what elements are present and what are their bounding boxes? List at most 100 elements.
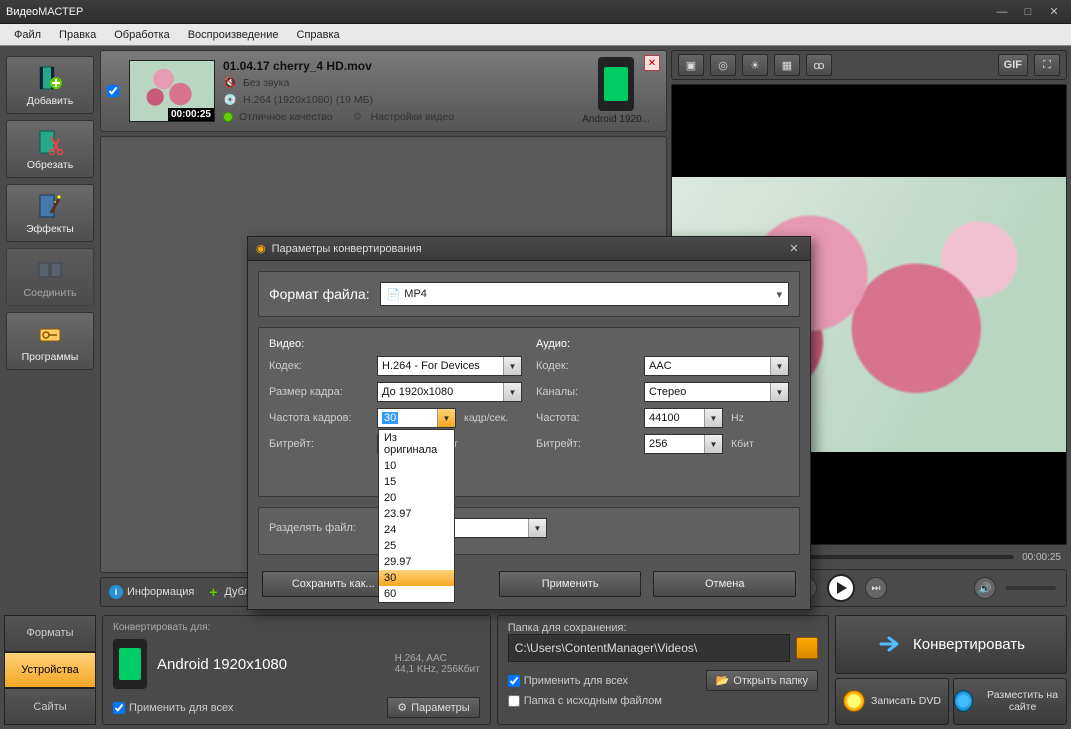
volume-slider[interactable] xyxy=(1006,586,1056,590)
output-path[interactable]: C:\Users\ContentManager\Videos\ xyxy=(508,634,790,662)
output-device-preview: Android 1920... xyxy=(582,57,650,125)
fps-option[interactable]: 25 xyxy=(379,538,454,554)
gif-button[interactable]: GIF xyxy=(998,54,1028,76)
params-button[interactable]: ⚙Параметры xyxy=(387,697,480,718)
android-device-icon xyxy=(113,639,147,689)
menu-help[interactable]: Справка xyxy=(289,27,348,43)
app-small-icon: ◉ xyxy=(256,242,266,255)
afreq-select[interactable]: 44100▼ xyxy=(644,408,723,428)
file-thumbnail[interactable]: 00:00:25 xyxy=(129,60,215,122)
file-item[interactable]: 00:00:25 01.04.17 cherry_4 HD.mov 🔇 Без з… xyxy=(100,50,667,132)
film-fx-icon xyxy=(36,192,64,220)
output-tabs: Форматы Устройства Сайты xyxy=(4,615,96,725)
fps-option[interactable]: Из оригинала xyxy=(379,430,454,458)
menu-playback[interactable]: Воспроизведение xyxy=(180,27,287,43)
browse-folder-button[interactable] xyxy=(796,637,818,659)
device-label: Android 1920... xyxy=(582,114,650,125)
fps-option[interactable]: 60 xyxy=(379,586,454,602)
android-device-icon xyxy=(598,57,634,111)
video-column: Видео: Кодек:H.264 - For Devices▼ Размер… xyxy=(269,338,522,486)
acodec-select[interactable]: AAC▼ xyxy=(644,356,789,376)
save-folder-panel: Папка для сохранения: C:\Users\ContentMa… xyxy=(497,615,829,725)
video-heading: Видео: xyxy=(269,338,522,350)
menu-edit[interactable]: Правка xyxy=(51,27,104,43)
fps-option[interactable]: 29.97 xyxy=(379,554,454,570)
vsize-select[interactable]: До 1920x1080▼ xyxy=(377,382,522,402)
maximize-button[interactable]: □ xyxy=(1017,5,1039,19)
remove-file-button[interactable]: ✕ xyxy=(644,55,660,71)
apply-button[interactable]: Применить xyxy=(499,571,642,597)
dialog-titlebar[interactable]: ◉ Параметры конвертирования ✕ xyxy=(248,237,810,261)
fps-option[interactable]: 24 xyxy=(379,522,454,538)
action-column: Конвертировать Записать DVD Разместить н… xyxy=(835,615,1067,725)
arrow-right-icon xyxy=(877,631,903,657)
frame-icon[interactable]: ▦ xyxy=(774,54,800,76)
convert-button[interactable]: Конвертировать xyxy=(835,615,1067,674)
crop-icon[interactable]: ▣ xyxy=(678,54,704,76)
dialog-buttons: Сохранить как... Применить Отмена xyxy=(248,565,810,609)
tab-devices[interactable]: Устройства xyxy=(4,652,96,689)
burn-dvd-button[interactable]: Записать DVD xyxy=(835,678,949,725)
menu-process[interactable]: Обработка xyxy=(106,27,177,43)
vcodec-select[interactable]: H.264 - For Devices▼ xyxy=(377,356,522,376)
cancel-button[interactable]: Отмена xyxy=(653,571,796,597)
save-folder-title: Папка для сохранения: xyxy=(508,622,818,634)
abit-select[interactable]: 256▼ xyxy=(644,434,723,454)
minimize-button[interactable]: — xyxy=(991,5,1013,19)
main-area: Добавить Обрезать Эффекты Соединить Прог… xyxy=(0,46,1071,729)
apply-all-checkbox[interactable]: Применить для всех xyxy=(113,702,233,714)
fps-option[interactable]: 10 xyxy=(379,458,454,474)
convert-for-panel: Конвертировать для: Android 1920x1080 H.… xyxy=(102,615,491,725)
file-info: 01.04.17 cherry_4 HD.mov 🔇Без звука 💿H.2… xyxy=(223,59,574,124)
brightness-icon[interactable]: ☀ xyxy=(742,54,768,76)
key-icon xyxy=(36,320,64,348)
file-checkbox[interactable] xyxy=(107,85,119,97)
vfps-select[interactable]: 30▼ Из оригинала10152023.97242529.973060 xyxy=(377,408,456,428)
app-title-1: Видео xyxy=(6,6,38,18)
volume-icon[interactable]: 🔊 xyxy=(974,577,996,599)
open-folder-button[interactable]: 📂Открыть папку xyxy=(706,670,818,691)
av-params-section: Видео: Кодек:H.264 - For Devices▼ Размер… xyxy=(258,327,800,497)
tool-add[interactable]: Добавить xyxy=(6,56,94,114)
fps-option[interactable]: 23.97 xyxy=(379,506,454,522)
dialog-close-button[interactable]: ✕ xyxy=(786,241,802,257)
file-format-select[interactable]: 📄 MP4 ▾ xyxy=(380,282,789,306)
vid-settings-link[interactable]: Настройки видео xyxy=(371,111,455,123)
convert-params-dialog: ◉ Параметры конвертирования ✕ Формат фай… xyxy=(247,236,811,610)
time-total: 00:00:25 xyxy=(1022,552,1061,563)
publish-button[interactable]: Разместить на сайте xyxy=(953,678,1067,725)
fullscreen-icon[interactable]: ⛶ xyxy=(1034,54,1060,76)
app-title-2: МАСТЕР xyxy=(38,6,83,18)
ach-select[interactable]: Стерео▼ xyxy=(644,382,789,402)
gear-icon[interactable]: ⚙ xyxy=(351,110,365,124)
file-name: 01.04.17 cherry_4 HD.mov xyxy=(223,59,574,73)
tool-programs[interactable]: Программы xyxy=(6,312,94,370)
info-button[interactable]: iИнформация xyxy=(109,585,194,599)
menu-file[interactable]: Файл xyxy=(6,27,49,43)
speaker-mute-icon: 🔇 xyxy=(223,76,237,90)
tool-join[interactable]: Соединить xyxy=(6,248,94,306)
no-audio-text: Без звука xyxy=(243,77,289,89)
disc-small-icon: 💿 xyxy=(223,93,237,107)
profile-meta2: 44,1 KHz, 256Кбит xyxy=(395,664,480,675)
duration-badge: 00:00:25 xyxy=(168,108,214,121)
play-button[interactable] xyxy=(827,574,855,602)
tab-sites[interactable]: Сайты xyxy=(4,688,96,725)
plus-icon: + xyxy=(206,585,220,599)
sf-apply-all-checkbox[interactable]: Применить для всех xyxy=(508,675,628,687)
tool-effects[interactable]: Эффекты xyxy=(6,184,94,242)
tool-cut[interactable]: Обрезать xyxy=(6,120,94,178)
bottom-section: Форматы Устройства Сайты Конвертировать … xyxy=(4,615,1067,725)
speed-icon[interactable]: ꝏ xyxy=(806,54,832,76)
preview-toolbar: ▣ ◎ ☀ ▦ ꝏ GIF ⛶ xyxy=(671,50,1067,80)
close-window-button[interactable]: ✕ xyxy=(1043,5,1065,19)
next-button[interactable]: ⏭ xyxy=(865,577,887,599)
same-folder-checkbox[interactable]: Папка с исходным файлом xyxy=(508,695,662,707)
film-join-icon xyxy=(36,256,64,284)
adjust-icon[interactable]: ◎ xyxy=(710,54,736,76)
fps-option[interactable]: 15 xyxy=(379,474,454,490)
tab-formats[interactable]: Форматы xyxy=(4,615,96,652)
file-format-section: Формат файла: 📄 MP4 ▾ xyxy=(258,271,800,317)
fps-option[interactable]: 20 xyxy=(379,490,454,506)
fps-option[interactable]: 30 xyxy=(379,570,454,586)
